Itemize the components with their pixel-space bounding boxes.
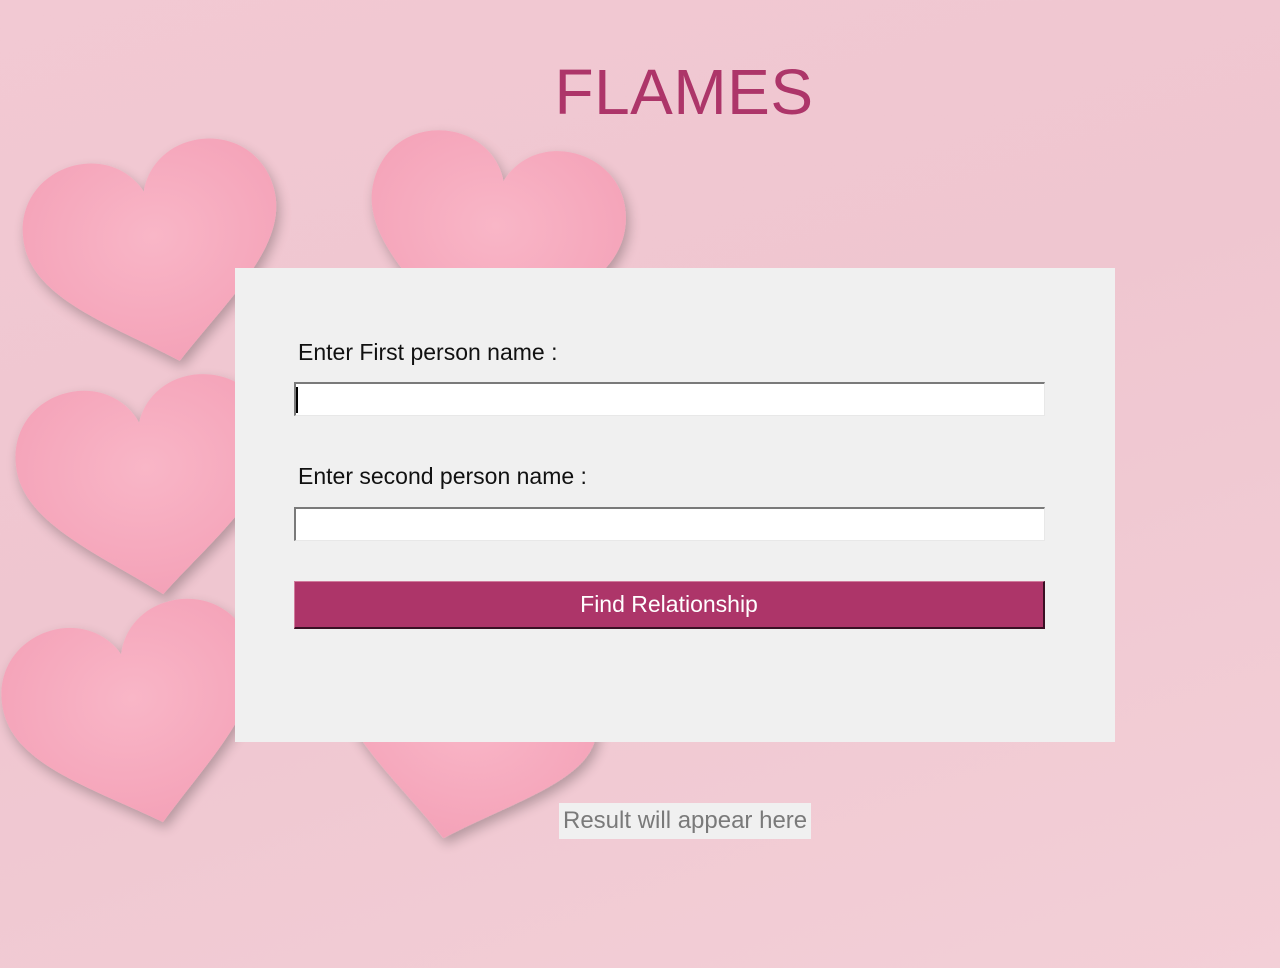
first-person-label: Enter First person name : [298, 339, 558, 365]
result-text: Result will appear here [559, 803, 812, 839]
second-person-input[interactable] [294, 507, 1045, 541]
first-person-input[interactable] [294, 382, 1045, 416]
second-person-label: Enter second person name : [298, 463, 587, 489]
text-cursor [296, 387, 298, 413]
app-title: FLAMES [554, 56, 814, 128]
find-relationship-button[interactable]: Find Relationship [294, 581, 1045, 629]
form-panel: Enter First person name : Enter second p… [235, 268, 1115, 742]
